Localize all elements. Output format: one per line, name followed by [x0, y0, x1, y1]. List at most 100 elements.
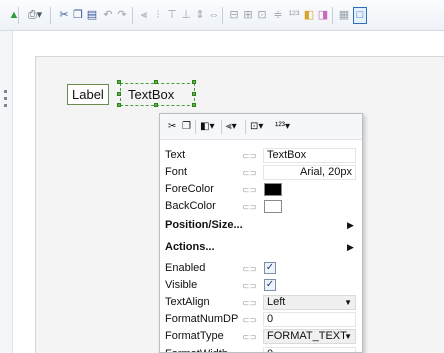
panel-size-icon[interactable]: ⊡▾ [250, 120, 263, 134]
property-row-formatwidth: FormatWidth⊂⊃0 [160, 346, 362, 352]
paste-icon[interactable]: ▤ [86, 7, 98, 24]
property-name: BackColor [165, 200, 216, 212]
checkbox-visible[interactable]: ✓ [264, 279, 276, 291]
main-toolbar: ▲ ⎙▾ ✂ ❐ ▤ ↶ ↷ ⫷ ⫶ ⊤ ⊥ ⇕ ⇔ ⊟ ⊞ ⊡ ≑ ¹²³ ◧ ◨ ▦ □ [0, 0, 444, 31]
resize-handle[interactable] [154, 103, 158, 107]
link-icon[interactable]: ⊂⊃ [242, 264, 257, 275]
property-value-text[interactable]: TextBox [263, 148, 356, 163]
expand-arrow-icon[interactable]: ▶ [347, 220, 354, 231]
panel-taborder-icon[interactable]: ¹²³▾ [275, 120, 290, 134]
property-name: ForeColor [165, 183, 214, 195]
align-top-icon[interactable]: ⊤ [166, 7, 178, 24]
color-swatch-forecolor[interactable] [264, 183, 282, 196]
property-name: Visible [165, 279, 198, 291]
property-name: FormatNumDP [165, 313, 239, 325]
panel-copy-icon[interactable]: ❐ [182, 120, 191, 134]
resize-handle[interactable] [117, 103, 121, 107]
ruler-marker [4, 104, 7, 107]
property-row-font: Font ⊂⊃ Arial, 20px [160, 164, 362, 181]
toolbar-separator [132, 7, 133, 24]
align-center-icon[interactable]: ⫶ [152, 7, 164, 24]
panel-toolbar-separator [221, 120, 222, 134]
property-row-enabled: Enabled ⊂⊃ ✓ [160, 260, 362, 277]
same-height-icon[interactable]: ⊞ [242, 7, 254, 24]
panel-toolbar-separator [195, 120, 196, 134]
property-value-font[interactable]: Arial, 20px [263, 165, 356, 180]
property-row-forecolor: ForeColor ⊂⊃ [160, 181, 362, 198]
link-icon[interactable]: ⊂⊃ [242, 315, 257, 326]
ruler-marker [4, 97, 7, 100]
property-row-backcolor: BackColor ⊂⊃ [160, 198, 362, 215]
toolbar-separator [18, 7, 19, 24]
property-row-textalign: TextAlign ⊂⊃ Left ▼ [160, 294, 362, 311]
panel-cut-icon[interactable]: ✂ [168, 120, 176, 134]
property-value-formatnumdp[interactable]: 0 [263, 312, 356, 327]
property-value-formatwidth[interactable]: 0 [263, 347, 356, 352]
same-size-icon[interactable]: ⊡ [256, 7, 268, 24]
print-icon[interactable]: ⎙▾ [24, 7, 46, 24]
link-icon[interactable]: ⊂⊃ [242, 202, 257, 213]
property-row-text: Text ⊂⊃ TextBox [160, 147, 362, 164]
dropdown-value: Left [267, 296, 286, 308]
property-name: Actions... [165, 241, 215, 253]
link-icon[interactable]: ⊂⊃ [242, 168, 257, 179]
link-icon[interactable]: ⊂⊃ [242, 185, 257, 196]
same-width-icon[interactable]: ⊟ [228, 7, 240, 24]
left-ruler [0, 31, 13, 353]
dropdown-textalign[interactable]: Left ▼ [263, 295, 356, 310]
center-vertical-icon[interactable]: ⇕ [194, 7, 206, 24]
link-icon[interactable]: ⊂⊃ [242, 281, 257, 292]
property-name: Position/Size... [165, 219, 243, 231]
grid-icon[interactable]: ▦ [338, 7, 350, 24]
expand-arrow-icon[interactable]: ▶ [347, 242, 354, 253]
resize-handle[interactable] [192, 92, 196, 96]
property-name: Text [165, 149, 186, 161]
panel-align-icon[interactable]: ⫷▾ [226, 120, 237, 134]
property-panel: ✂ ❐ ◧▾ ⫷▾ ⊡▾ ¹²³▾ Text ⊂⊃ TextBox Font ⊂⊃ Arial, 2… [159, 113, 363, 353]
label-control[interactable]: Label [67, 84, 109, 105]
panel-toolbar: ✂ ❐ ◧▾ ⫷▾ ⊡▾ ¹²³▾ [160, 114, 362, 140]
dropdown-value: FORMAT_TEXT [267, 330, 347, 342]
spacing-icon[interactable]: ≑ [272, 7, 284, 24]
tab-order-icon[interactable]: ¹²³ [286, 7, 302, 24]
property-name: Font [165, 166, 188, 178]
cut-icon[interactable]: ✂ [58, 7, 70, 24]
resize-handle[interactable] [154, 80, 158, 84]
toolbar-separator [332, 7, 333, 24]
resize-handle[interactable] [192, 80, 196, 84]
panel-layer-icon[interactable]: ◧▾ [200, 120, 214, 134]
property-name: FormatWidth [165, 348, 228, 352]
resize-handle[interactable] [192, 103, 196, 107]
link-icon[interactable]: ⊂⊃ [242, 298, 257, 309]
align-bottom-icon[interactable]: ⊥ [180, 7, 192, 24]
property-row-actions[interactable]: Actions... ▶ [160, 239, 362, 256]
chevron-down-icon: ▼ [344, 298, 352, 307]
dropdown-formattype[interactable]: FORMAT_TEXT ▼ [263, 329, 356, 344]
property-row-formatnumdp: FormatNumDP ⊂⊃ 0 [160, 311, 362, 328]
panel-toolbar-separator [245, 120, 246, 134]
send-back-icon[interactable]: ◨ [317, 7, 329, 24]
property-name: TextAlign [165, 296, 210, 308]
undo-icon[interactable]: ↶ [102, 7, 114, 24]
bring-front-icon[interactable]: ◧ [303, 7, 315, 24]
color-swatch-backcolor[interactable] [264, 200, 282, 213]
checkbox-enabled[interactable]: ✓ [264, 262, 276, 274]
copy-icon[interactable]: ❐ [72, 7, 84, 24]
frame-icon[interactable]: □ [353, 7, 367, 24]
property-name: Enabled [165, 262, 206, 274]
toolbar-separator [222, 7, 223, 24]
redo-icon[interactable]: ↷ [116, 7, 128, 24]
link-icon[interactable]: ⊂⊃ [242, 151, 257, 162]
align-left-icon[interactable]: ⫷ [138, 7, 150, 24]
property-row-formattype: FormatType ⊂⊃ FORMAT_TEXT ▼ [160, 328, 362, 345]
resize-handle[interactable] [117, 80, 121, 84]
ruler-marker [4, 90, 7, 93]
center-horizontal-icon[interactable]: ⇔ [208, 7, 220, 24]
resize-handle[interactable] [117, 92, 121, 96]
property-row-position-size[interactable]: Position/Size... ▶ [160, 217, 362, 234]
property-row-visible: Visible ⊂⊃ ✓ [160, 277, 362, 294]
chevron-down-icon: ▼ [344, 332, 352, 341]
toolbar-separator [50, 7, 51, 24]
link-icon[interactable]: ⊂⊃ [242, 332, 257, 343]
property-name: FormatType [165, 330, 224, 342]
